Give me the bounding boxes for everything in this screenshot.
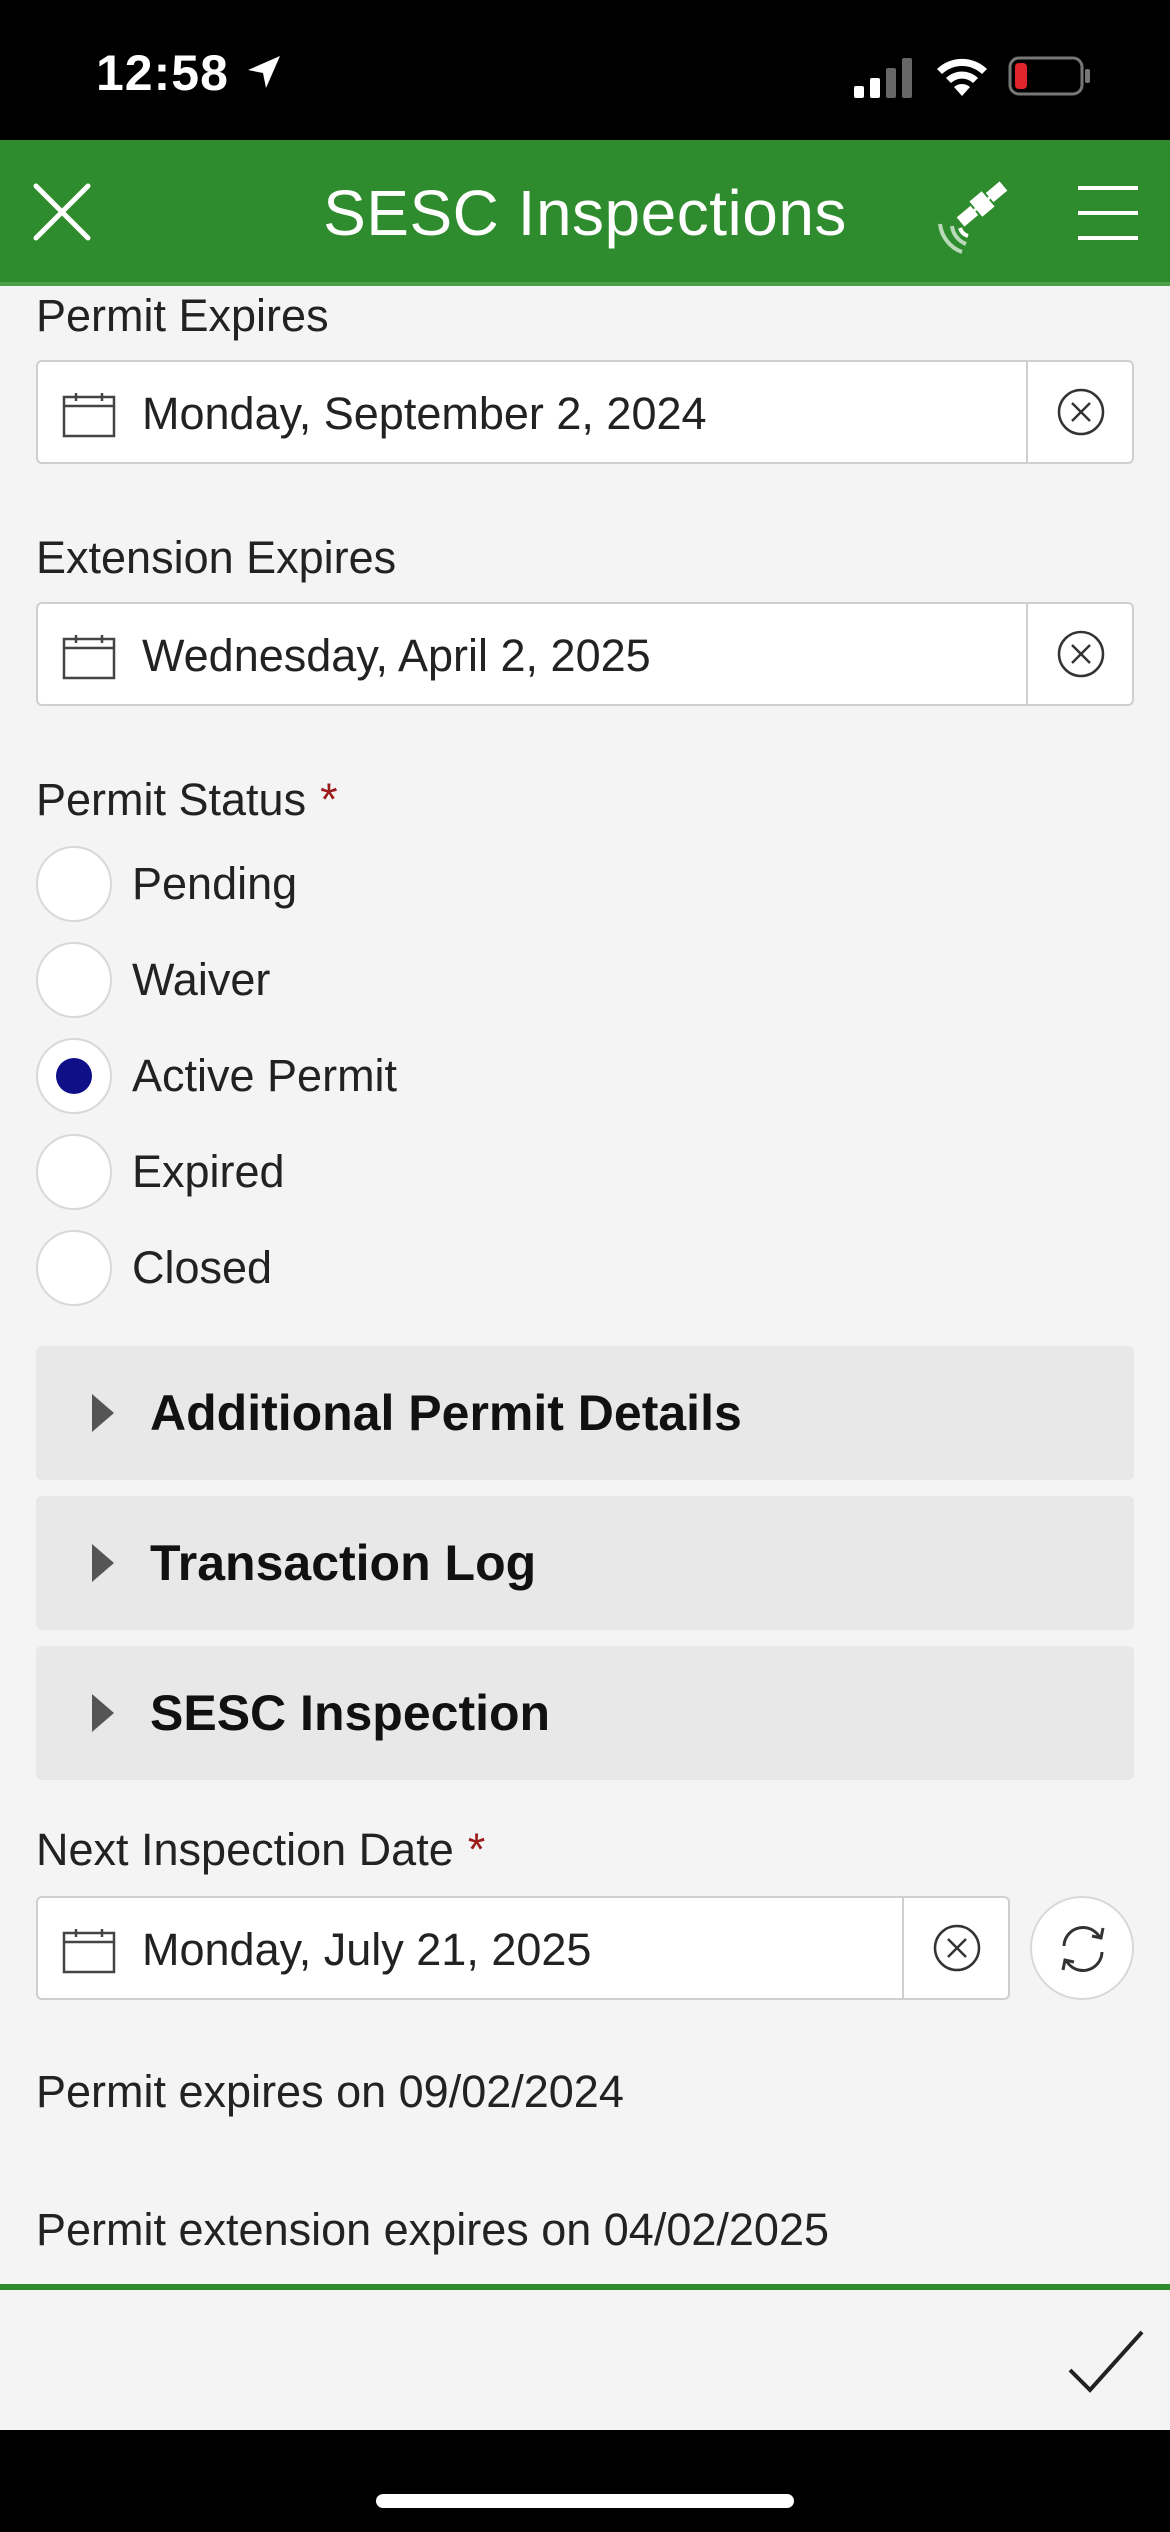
next-inspection-date-label: Next Inspection Date * bbox=[36, 1824, 485, 1876]
form-content[interactable]: Permit Expires Monday, September 2, 2024… bbox=[0, 290, 1170, 2285]
radio-option-closed[interactable]: Closed bbox=[36, 1230, 636, 1310]
radio-label: Waiver bbox=[132, 954, 271, 1005]
extension-expires-label: Extension Expires bbox=[36, 532, 397, 583]
permit-status-label: Permit Status * bbox=[36, 774, 338, 826]
permit-expires-clear-button[interactable] bbox=[1026, 362, 1132, 462]
clear-circle-x-icon bbox=[933, 1924, 981, 1972]
status-bar: 12:58 bbox=[0, 0, 1170, 140]
required-marker: * bbox=[467, 1824, 486, 1875]
status-time: 12:58 bbox=[96, 45, 229, 101]
radio-button[interactable] bbox=[36, 942, 112, 1018]
radio-selected-dot bbox=[56, 1058, 92, 1094]
group-label: SESC Inspection bbox=[150, 1685, 551, 1741]
clear-circle-x-icon bbox=[1057, 388, 1105, 436]
extension-expires-field[interactable]: Wednesday, April 2, 2025 bbox=[36, 602, 1134, 706]
refresh-date-button[interactable] bbox=[1030, 1896, 1134, 2000]
radio-label: Pending bbox=[132, 858, 298, 909]
radio-label: Closed bbox=[132, 1242, 273, 1293]
battery-low-icon bbox=[1008, 56, 1090, 96]
permit-expires-note: Permit expires on 09/02/2024 bbox=[36, 2066, 624, 2117]
expand-triangle-icon bbox=[92, 1394, 114, 1432]
radio-option-active-permit[interactable]: Active Permit bbox=[36, 1038, 636, 1118]
clear-circle-x-icon bbox=[1057, 630, 1105, 678]
radio-button[interactable] bbox=[36, 1134, 112, 1210]
bottom-action-bar bbox=[0, 2284, 1170, 2430]
next-inspection-date-value: Monday, July 21, 2025 bbox=[142, 1924, 592, 1975]
radio-label: Active Permit bbox=[132, 1050, 398, 1101]
refresh-icon bbox=[1061, 1925, 1105, 1973]
checkmark-submit-icon[interactable] bbox=[1066, 2326, 1146, 2396]
radio-button[interactable] bbox=[36, 1230, 112, 1306]
required-marker: * bbox=[320, 774, 338, 825]
app-header: SESC Inspections bbox=[0, 140, 1170, 286]
wifi-icon bbox=[937, 58, 987, 96]
expand-triangle-icon bbox=[92, 1694, 114, 1732]
radio-option-pending[interactable]: Pending bbox=[36, 846, 636, 926]
home-indicator[interactable] bbox=[376, 2494, 794, 2508]
app-screen: 12:58 SESC Inspections Permit Expires Mo… bbox=[0, 0, 1170, 2532]
hamburger-menu-icon[interactable] bbox=[1076, 184, 1140, 242]
permit-expires-value: Monday, September 2, 2024 bbox=[142, 388, 707, 439]
group-transaction-log[interactable]: Transaction Log bbox=[36, 1496, 1134, 1630]
next-inspection-date-clear-button[interactable] bbox=[902, 1898, 1008, 1998]
calendar-icon bbox=[62, 393, 116, 438]
permit-status-label-text: Permit Status bbox=[36, 774, 307, 825]
extension-expires-clear-button[interactable] bbox=[1026, 604, 1132, 704]
gps-satellite-icon[interactable] bbox=[930, 174, 1016, 254]
cellular-signal-icon bbox=[854, 58, 912, 98]
permit-expires-field[interactable]: Monday, September 2, 2024 bbox=[36, 360, 1134, 464]
location-arrow-icon bbox=[248, 56, 280, 88]
extension-expires-value: Wednesday, April 2, 2025 bbox=[142, 630, 651, 681]
radio-label: Expired bbox=[132, 1146, 285, 1197]
permit-expires-label: Permit Expires bbox=[36, 290, 329, 341]
group-sesc-inspection[interactable]: SESC Inspection bbox=[36, 1646, 1134, 1780]
group-label: Additional Permit Details bbox=[150, 1385, 742, 1441]
calendar-icon bbox=[62, 635, 116, 680]
radio-button[interactable] bbox=[36, 846, 112, 922]
radio-button-selected[interactable] bbox=[36, 1038, 112, 1114]
next-inspection-date-field[interactable]: Monday, July 21, 2025 bbox=[36, 1896, 1010, 2000]
expand-triangle-icon bbox=[92, 1544, 114, 1582]
home-bar bbox=[0, 2430, 1170, 2532]
permit-extension-note: Permit extension expires on 04/02/2025 bbox=[36, 2204, 829, 2255]
calendar-icon bbox=[62, 1929, 116, 1974]
radio-option-expired[interactable]: Expired bbox=[36, 1134, 636, 1214]
next-inspection-date-label-text: Next Inspection Date bbox=[36, 1824, 454, 1875]
group-additional-permit-details[interactable]: Additional Permit Details bbox=[36, 1346, 1134, 1480]
radio-option-waiver[interactable]: Waiver bbox=[36, 942, 636, 1022]
group-label: Transaction Log bbox=[150, 1535, 537, 1591]
